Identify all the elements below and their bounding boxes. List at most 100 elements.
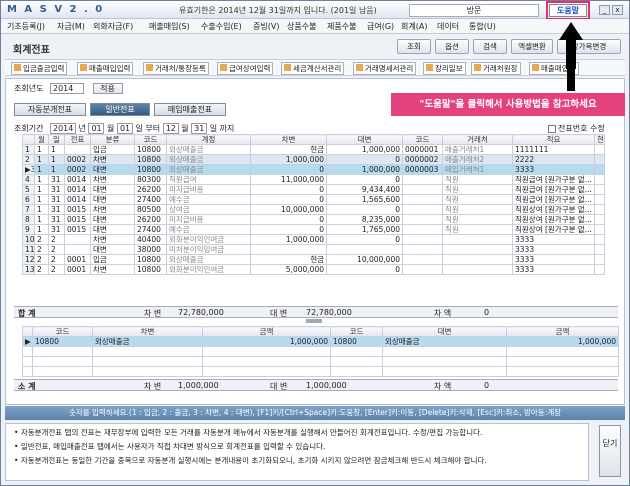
visitor-field[interactable]: 방문: [409, 4, 539, 17]
table-row[interactable]: 4 1 31 0014 차변 80300 직원급여 11,000,000 0 직원 직원급여 [원가…: [22, 174, 605, 185]
table-cell[interactable]: 차변: [90, 204, 135, 215]
table-cell[interactable]: [594, 184, 605, 195]
table-cell[interactable]: [594, 244, 605, 255]
table-cell[interactable]: 0: [250, 194, 327, 205]
table-cell[interactable]: 대변: [90, 164, 135, 175]
table-cell[interactable]: 0: [250, 214, 327, 225]
table-cell[interactable]: 31: [48, 184, 65, 195]
shortcut-cash[interactable]: 입금출금입력: [11, 62, 68, 75]
table-cell[interactable]: [594, 204, 605, 215]
menu-data[interactable]: 데이터: [437, 21, 459, 32]
table-cell[interactable]: 2: [34, 234, 49, 245]
table-cell[interactable]: 31: [48, 174, 65, 185]
column-header[interactable]: 차변: [250, 134, 327, 145]
column-header[interactable]: 대변: [326, 134, 403, 145]
table-cell[interactable]: 1: [34, 144, 49, 155]
column-header[interactable]: 차변: [92, 326, 203, 337]
table-cell[interactable]: 직원상여 [원가구분 없...: [512, 224, 595, 235]
table-cell[interactable]: 1,565,600: [326, 194, 403, 205]
table-cell[interactable]: 27400: [134, 224, 167, 235]
table-row[interactable]: 11 2 2 대변 38000 미처분이익잉여금 3333: [22, 244, 605, 255]
table-cell[interactable]: 3333: [512, 254, 595, 265]
table-cell[interactable]: 1: [48, 154, 65, 165]
shortcut-ledger[interactable]: 거래처원장: [471, 62, 521, 75]
table-cell[interactable]: 차변: [90, 154, 135, 165]
table-cell[interactable]: 31: [48, 214, 65, 225]
menu-basic[interactable]: 기초등록(J): [7, 21, 45, 32]
table-cell[interactable]: 미지급비용: [166, 184, 251, 195]
shortcut-tax-invoice[interactable]: 세금계산서관리: [281, 62, 345, 75]
excel-export-button[interactable]: 엑셀변환: [511, 39, 553, 54]
table-cell[interactable]: 1: [48, 144, 65, 155]
shortcut-statement[interactable]: 거래명세서관리: [353, 62, 417, 75]
table-cell[interactable]: [594, 154, 605, 165]
table-cell[interactable]: [402, 224, 443, 235]
table-cell[interactable]: 직원급여 [원가구분 없...: [512, 184, 595, 195]
table-cell[interactable]: 10800: [134, 164, 167, 175]
table-cell[interactable]: [402, 194, 443, 205]
table-cell[interactable]: [326, 244, 403, 255]
table-row[interactable]: 2 1 1 0002 차변 10800 외상매출금 1,000,000 0 0000002 매출거래…: [22, 154, 605, 165]
table-cell[interactable]: 직원: [442, 194, 513, 205]
table-cell[interactable]: 외상매출금: [382, 336, 507, 347]
column-header[interactable]: 코드: [32, 326, 93, 337]
table-cell[interactable]: 1,000,000: [250, 234, 327, 245]
table-cell[interactable]: 2: [34, 244, 49, 255]
table-cell[interactable]: 38000: [134, 244, 167, 255]
table-cell[interactable]: 대변: [90, 214, 135, 225]
find-button[interactable]: 검색: [473, 39, 507, 54]
table-cell[interactable]: 1: [48, 164, 65, 175]
table-cell[interactable]: 직원: [442, 174, 513, 185]
table-cell[interactable]: [594, 234, 605, 245]
table-cell[interactable]: 외상매출금: [166, 254, 251, 265]
table-cell[interactable]: 1,000,000: [250, 154, 327, 165]
table-cell[interactable]: 2: [48, 244, 65, 255]
table-cell[interactable]: 10800: [134, 254, 167, 265]
table-row[interactable]: ▶3 1 1 0002 대변 10800 외상매출금 0 1,000,000 0000003 매입거…: [22, 164, 605, 175]
table-cell[interactable]: 2: [34, 264, 49, 275]
table-cell[interactable]: 1,000,000: [202, 336, 331, 347]
table-cell[interactable]: 2222: [512, 154, 595, 165]
period-month-from[interactable]: 01: [88, 123, 105, 134]
menu-evidence[interactable]: 증빙(V): [253, 21, 279, 32]
table-cell[interactable]: 9,434,400: [326, 184, 403, 195]
table-cell[interactable]: 미지급비용: [166, 214, 251, 225]
table-cell[interactable]: 외상매출금: [166, 144, 251, 155]
table-cell[interactable]: 매출거래처1: [442, 144, 513, 155]
table-cell[interactable]: 0: [326, 154, 403, 165]
table-cell[interactable]: 외화분이익인여금: [166, 234, 251, 245]
menu-payroll[interactable]: 급여(G): [367, 21, 394, 32]
table-cell[interactable]: 직원급여 [원가구분 없...: [512, 194, 595, 205]
table-cell[interactable]: 8,235,000: [326, 214, 403, 225]
table-cell[interactable]: 3333: [512, 164, 595, 175]
table-row[interactable]: 7 1 31 0015 차변 80500 상여금 10,000,000 0 직원 직원상여 [원가구…: [22, 204, 605, 215]
table-cell[interactable]: 직원: [442, 184, 513, 195]
column-header[interactable]: 코드: [402, 134, 443, 145]
table-cell[interactable]: 26200: [134, 184, 167, 195]
table-cell[interactable]: 10,000,000: [250, 204, 327, 215]
table-cell[interactable]: 3333: [512, 234, 595, 245]
table-cell[interactable]: [250, 244, 327, 255]
table-cell[interactable]: 2: [34, 254, 49, 265]
table-row[interactable]: 5 1 31 0014 대변 26200 미지급비용 0 9,434,400 직원 직원급여 [원가…: [22, 184, 605, 195]
minimize-button[interactable]: _: [599, 5, 610, 15]
column-header[interactable]: 코드: [134, 134, 167, 145]
table-cell[interactable]: [402, 264, 443, 275]
table-cell[interactable]: [64, 244, 91, 255]
column-header[interactable]: 계정: [166, 134, 251, 145]
table-cell[interactable]: [402, 244, 443, 255]
table-row[interactable]: 8 1 31 0015 대변 26200 미지급비용 0 8,235,000 직원 직원상여 [원가…: [22, 214, 605, 225]
menu-funds[interactable]: 자금(M): [57, 21, 85, 32]
column-header[interactable]: 일: [48, 134, 65, 145]
menu-sales-purchase[interactable]: 매출매입(S): [149, 21, 190, 32]
table-row[interactable]: 13 2 2 0001 차변 10800 외화분이익인여금 5,000,000 0 3333: [22, 264, 605, 275]
table-cell[interactable]: 0014: [64, 174, 91, 185]
options-button[interactable]: 옵션: [435, 39, 469, 54]
column-header[interactable]: 금액: [506, 326, 619, 337]
tab-sales-journal[interactable]: 매입매출전표: [154, 103, 226, 116]
table-cell[interactable]: 매입거래처1: [442, 164, 513, 175]
shortcut-daily[interactable]: 장리일보: [423, 62, 466, 75]
apply-button[interactable]: 적용: [92, 83, 123, 94]
table-cell[interactable]: 직원: [442, 204, 513, 215]
table-cell[interactable]: [402, 214, 443, 225]
